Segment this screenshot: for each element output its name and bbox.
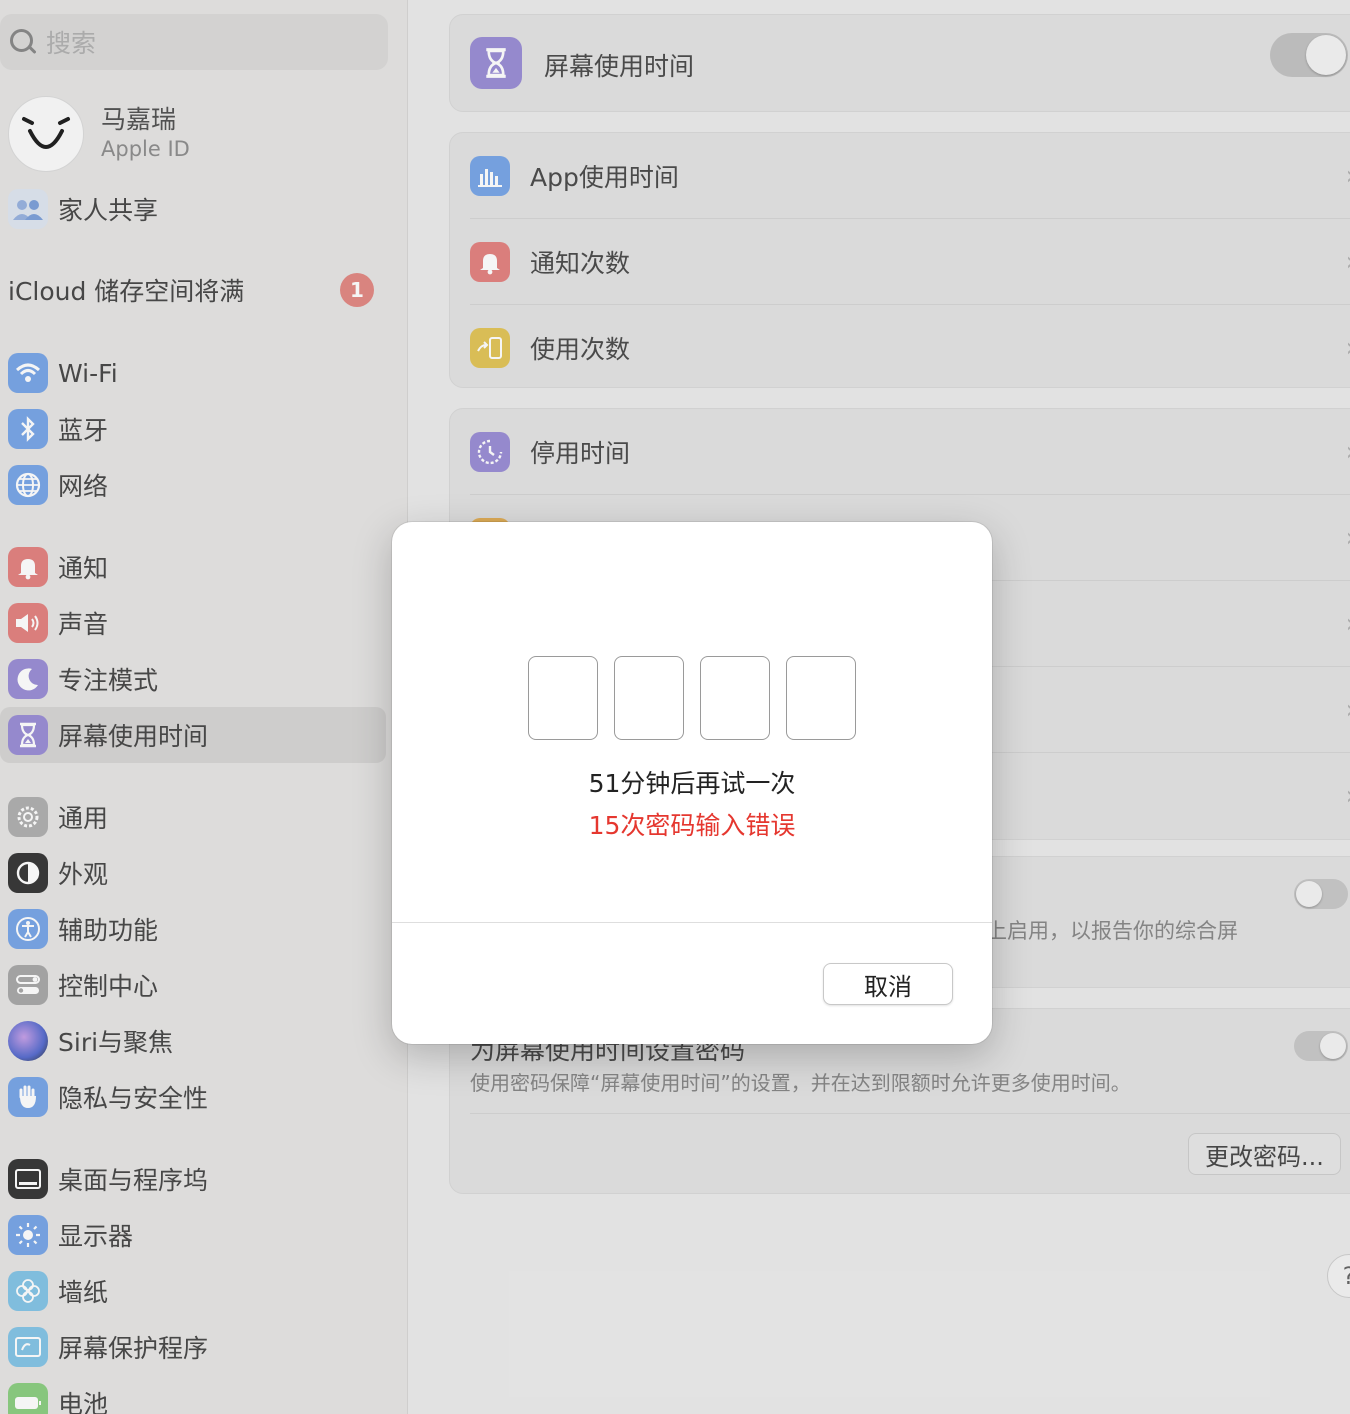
error-message: 15次密码输入错误 — [588, 811, 796, 840]
system-settings-window: 搜索 马嘉瑞 Apple ID 家人共享 iCloud 储存空间将满 1 Wi-… — [0, 0, 1350, 1414]
passcode-digit-3[interactable] — [700, 656, 770, 740]
passcode-digit-4[interactable] — [786, 656, 856, 740]
passcode-digit-1[interactable] — [528, 656, 598, 740]
passcode-entry — [528, 656, 856, 740]
passcode-dialog: 51分钟后再试一次 15次密码输入错误 取消 — [392, 522, 992, 1044]
passcode-digit-2[interactable] — [614, 656, 684, 740]
dialog-divider — [392, 922, 992, 923]
retry-message: 51分钟后再试一次 — [588, 769, 796, 798]
cancel-button[interactable]: 取消 — [823, 963, 953, 1005]
